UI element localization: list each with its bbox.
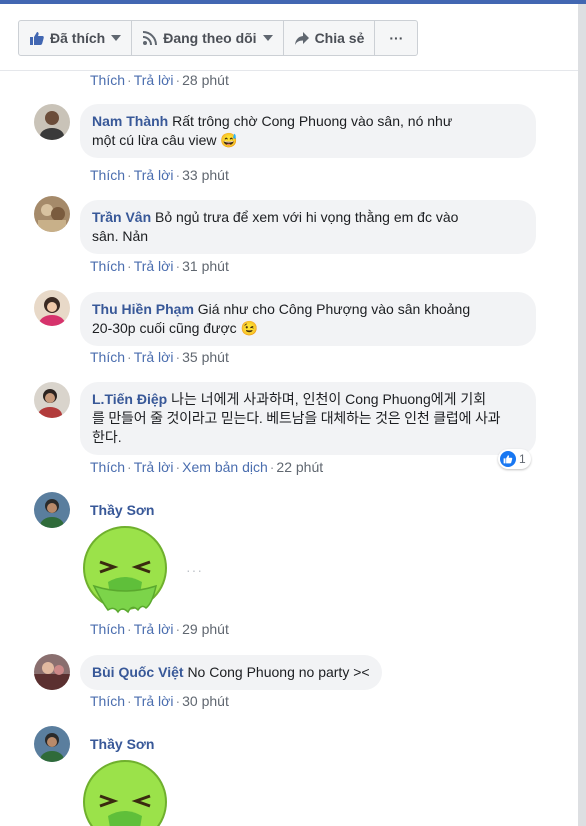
like-link[interactable]: Thích: [90, 621, 125, 637]
avatar[interactable]: [34, 104, 70, 140]
commenter-name[interactable]: Trần Vân: [92, 209, 151, 225]
reaction-number: 1: [519, 452, 526, 466]
comment-text: 20-30p cuối cũng được 😉: [92, 320, 258, 336]
comment-text: Giá như cho Công Phượng vào sân khoảng: [197, 301, 471, 317]
comment-time[interactable]: 30 phút: [182, 693, 229, 709]
separator: ·: [175, 693, 181, 709]
liked-label: Đã thích: [50, 30, 106, 46]
comment-actions: Thích · Trả lời · Xem bản dịch · 22 phút: [90, 459, 323, 475]
separator: ·: [175, 621, 181, 637]
like-reaction-icon: [500, 451, 516, 467]
sticker: [80, 526, 170, 619]
separator: ·: [127, 167, 132, 183]
more-options-icon[interactable]: ···: [186, 562, 203, 578]
separator: ·: [127, 693, 132, 709]
separator: ·: [269, 459, 275, 475]
more-options-label: ···: [389, 30, 404, 46]
thumbs-up-icon: [30, 32, 44, 45]
more-options-button[interactable]: ···: [375, 21, 417, 55]
see-translation-link[interactable]: Xem bản dịch: [182, 459, 268, 475]
reply-link[interactable]: Trả lời: [134, 167, 174, 183]
puke-face-sticker-icon: [83, 526, 167, 614]
reply-link[interactable]: Trả lời: [134, 693, 174, 709]
comment-time[interactable]: 31 phút: [182, 258, 229, 274]
comment-bubble: L.Tiến Điệp 나는 너에게 사과하며, 인천이 Cong Phuong…: [80, 382, 536, 455]
avatar[interactable]: [34, 654, 70, 690]
comment-time[interactable]: 33 phút: [182, 167, 229, 183]
separator: ·: [127, 621, 132, 637]
commenter-name[interactable]: Thầy Sơn: [90, 502, 154, 518]
chevron-down-icon: [111, 35, 122, 41]
separator: ·: [175, 72, 181, 88]
comment-text: No Cong Phuong no party ><: [187, 664, 370, 680]
reply-link[interactable]: Trả lời: [134, 459, 174, 475]
comment-actions: Thích · Trả lời · 30 phút: [90, 693, 229, 709]
comment-time[interactable]: 22 phút: [276, 459, 323, 475]
puke-face-sticker-icon: [83, 760, 167, 826]
avatar[interactable]: [34, 382, 70, 418]
comment-bubble: Thu Hiền Phạm Giá như cho Công Phượng và…: [80, 292, 536, 346]
liked-button[interactable]: Đã thích: [19, 21, 133, 55]
comment-time[interactable]: 28 phút: [182, 72, 229, 88]
reaction-count[interactable]: 1: [498, 449, 531, 469]
like-link[interactable]: Thích: [90, 693, 125, 709]
comment-text: một cú lừa câu view 😅: [92, 132, 238, 148]
comment-actions: Thích · Trả lời · 33 phút: [90, 167, 229, 183]
comment-bubble: Nam Thành Rất trông chờ Cong Phuong vào …: [80, 104, 536, 158]
following-button[interactable]: Đang theo dõi: [132, 21, 284, 55]
like-link[interactable]: Thích: [90, 258, 125, 274]
comment-panel: Đã thích Đang theo dõi Chia sẻ ··· Thích…: [0, 4, 578, 826]
separator: ·: [175, 459, 181, 475]
comment-text: 를 만들어 줄 것이라고 믿는다. 베트남을 대체하는 것은 인천 클럽에 사과: [92, 410, 501, 426]
separator: ·: [127, 72, 132, 88]
share-label: Chia sẻ: [314, 30, 365, 46]
reply-link[interactable]: Trả lời: [134, 72, 174, 88]
comment-actions: Thích · Trả lời · 35 phút: [90, 349, 229, 365]
separator: ·: [175, 167, 181, 183]
comment-bubble: Bùi Quốc Việt No Cong Phuong no party ><: [80, 655, 382, 690]
separator: ·: [127, 258, 132, 274]
scroll-edge: [578, 4, 586, 826]
avatar[interactable]: [34, 492, 70, 528]
comment-time[interactable]: 35 phút: [182, 349, 229, 365]
following-label: Đang theo dõi: [163, 30, 257, 46]
avatar[interactable]: [34, 196, 70, 232]
divider: [0, 70, 578, 71]
comment-actions: Thích · Trả lời · 31 phút: [90, 258, 229, 274]
share-button[interactable]: Chia sẻ: [284, 21, 376, 55]
reply-link[interactable]: Trả lời: [134, 621, 174, 637]
post-action-bar: Đã thích Đang theo dõi Chia sẻ ···: [18, 20, 419, 56]
comment-actions: Thích · Trả lời · 29 phút: [90, 621, 229, 637]
separator: ·: [127, 459, 132, 475]
separator: ·: [175, 258, 181, 274]
commenter-name[interactable]: Nam Thành: [92, 113, 168, 129]
commenter-name[interactable]: Bùi Quốc Việt: [92, 664, 184, 680]
comment-text: 나는 너에게 사과하며, 인천이 Cong Phuong에게 기회: [171, 391, 487, 407]
comment-bubble: Trần Vân Bỏ ngủ trưa để xem với hi vọng …: [80, 200, 536, 254]
avatar[interactable]: [34, 290, 70, 326]
avatar[interactable]: [34, 726, 70, 762]
comment-text: 한다.: [92, 429, 122, 445]
commenter-name[interactable]: Thu Hiền Phạm: [92, 301, 194, 317]
like-link[interactable]: Thích: [90, 167, 125, 183]
share-arrow-icon: [294, 32, 309, 45]
chevron-down-icon: [262, 35, 273, 41]
like-link[interactable]: Thích: [90, 349, 125, 365]
commenter-name[interactable]: L.Tiến Điệp: [92, 391, 167, 407]
separator: ·: [127, 349, 132, 365]
sticker: [80, 760, 170, 826]
comment-text: Rất trông chờ Cong Phuong vào sân, nó nh…: [172, 113, 453, 129]
reply-link[interactable]: Trả lời: [134, 258, 174, 274]
like-link[interactable]: Thích: [90, 72, 125, 88]
commenter-name[interactable]: Thầy Sơn: [90, 736, 154, 752]
comment-time[interactable]: 29 phút: [182, 621, 229, 637]
comment-text: Bỏ ngủ trưa để xem với hi vọng thằng em …: [155, 209, 459, 225]
comment-actions: Thích · Trả lời · 28 phút: [90, 72, 229, 88]
separator: ·: [175, 349, 181, 365]
rss-icon: [143, 31, 158, 46]
like-link[interactable]: Thích: [90, 459, 125, 475]
comment-text: sân. Nản: [92, 228, 149, 244]
reply-link[interactable]: Trả lời: [134, 349, 174, 365]
